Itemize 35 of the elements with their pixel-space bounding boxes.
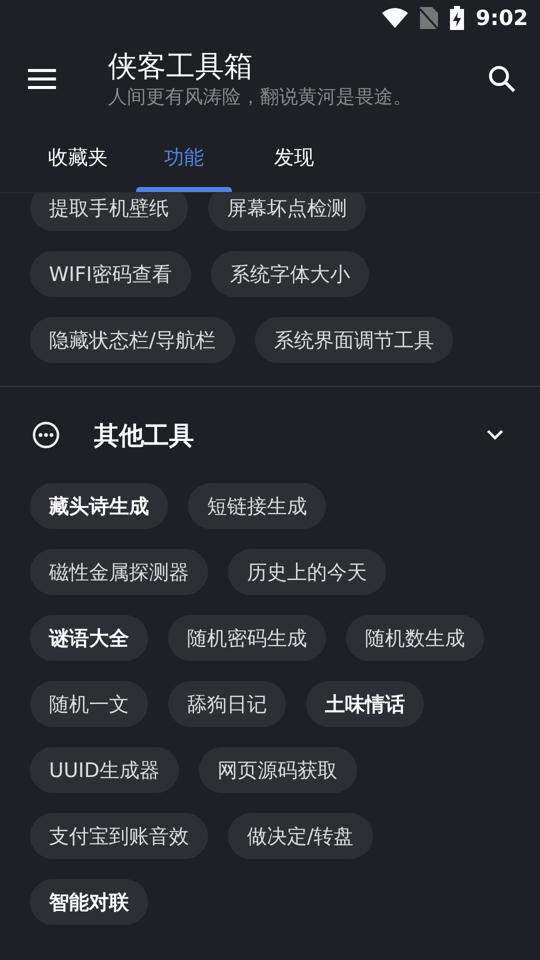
tab[interactable]: 功能 bbox=[130, 122, 238, 192]
tool-chip[interactable]: 网页源码获取 bbox=[198, 747, 357, 793]
tool-chip[interactable]: 做决定/转盘 bbox=[228, 813, 373, 859]
tool-chip[interactable]: 隐藏状态栏/导航栏 bbox=[30, 317, 235, 363]
more-icon bbox=[32, 421, 60, 449]
tool-chip[interactable]: 随机密码生成 bbox=[168, 615, 326, 661]
tool-chip[interactable]: 历史上的今天 bbox=[228, 549, 386, 595]
tool-chip[interactable]: 智能对联 bbox=[30, 879, 148, 925]
tool-chip[interactable]: WIFI密码查看 bbox=[30, 251, 192, 297]
tool-chip[interactable]: 土味情话 bbox=[306, 681, 424, 727]
tool-chip[interactable]: 舔狗日记 bbox=[168, 681, 286, 727]
app-subtitle: 人间更有风涛险，翻说黄河是畏途。 bbox=[108, 85, 413, 110]
tool-chip[interactable]: 随机数生成 bbox=[346, 615, 484, 661]
app-title: 侠客工具箱 bbox=[108, 48, 254, 84]
battery-icon bbox=[450, 6, 464, 30]
tool-chip[interactable]: 支付宝到账音效 bbox=[30, 813, 208, 859]
tab[interactable]: 发现 bbox=[240, 122, 348, 192]
section-title: 其他工具 bbox=[94, 420, 195, 452]
search-icon[interactable] bbox=[488, 65, 516, 93]
tab[interactable]: 收藏夹 bbox=[28, 122, 128, 192]
no-sim-icon bbox=[420, 7, 438, 29]
menu-icon[interactable] bbox=[28, 69, 56, 89]
tool-chip[interactable]: 磁性金属探测器 bbox=[30, 549, 208, 595]
tool-chip[interactable]: 随机一文 bbox=[30, 681, 148, 727]
tool-chip[interactable]: 提取手机壁纸 bbox=[30, 193, 188, 231]
chevron-icon[interactable] bbox=[486, 429, 504, 441]
status-time: 9:02 bbox=[476, 6, 528, 30]
tool-chip[interactable]: UUID生成器 bbox=[30, 747, 179, 793]
tool-chip[interactable]: 藏头诗生成 bbox=[30, 483, 168, 529]
tool-chip[interactable]: 系统字体大小 bbox=[211, 251, 370, 297]
tool-chip[interactable]: 屏幕坏点检测 bbox=[208, 193, 366, 231]
wifi-icon bbox=[382, 8, 408, 28]
tool-chip[interactable]: 短链接生成 bbox=[188, 483, 326, 529]
tool-chip[interactable]: 系统界面调节工具 bbox=[254, 317, 453, 363]
tool-chip[interactable]: 谜语大全 bbox=[30, 615, 148, 661]
